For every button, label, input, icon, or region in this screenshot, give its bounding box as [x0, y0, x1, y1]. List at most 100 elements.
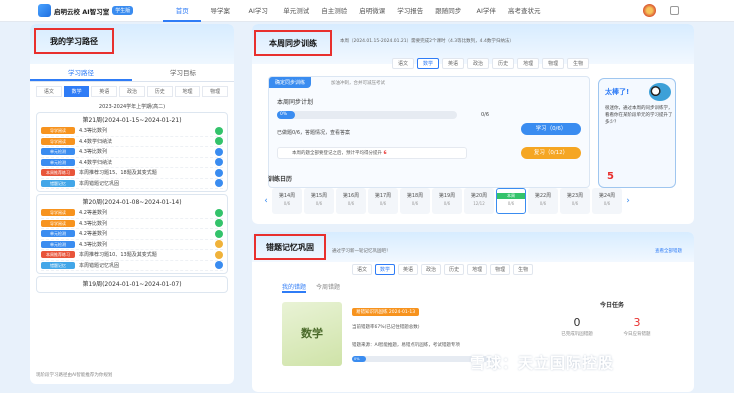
subject-chip[interactable]: 物理	[202, 86, 229, 97]
completed-label: 已完成巩固错题	[561, 332, 593, 337]
nav-item[interactable]: 单元测试	[277, 0, 315, 22]
subject-chip[interactable]: 政治	[119, 86, 145, 97]
plan-tag: 确定同步训练	[269, 77, 312, 88]
week-title[interactable]: 第21周(2024-01-15~2024-01-21)	[41, 115, 223, 124]
path-row[interactable]: 导学阅读 4.4数学归纳法	[41, 137, 223, 147]
calendar-week-label: 本周	[497, 193, 525, 199]
mistake-tab[interactable]: 今周错题	[316, 282, 340, 293]
calendar-week[interactable]: 第18周 0/6	[400, 188, 430, 214]
subject-tab[interactable]: 历史	[492, 58, 515, 69]
learning-path-tabs: 学习路径 学习目标	[30, 64, 234, 82]
path-row[interactable]: 单元检测 4.3等比数列	[41, 147, 223, 158]
subject-chip[interactable]: 数学	[63, 86, 90, 97]
nav-item[interactable]: 跟随同步	[429, 0, 467, 22]
week-title[interactable]: 第20周(2024-01-08~2024-01-14)	[41, 197, 223, 206]
status-icon	[215, 250, 223, 259]
subject-tab[interactable]: 英语	[398, 264, 419, 275]
subject-tab[interactable]: 地理	[467, 264, 488, 275]
calendar-week-progress: 0/6	[539, 201, 547, 206]
calendar-week[interactable]: 第19周 0/6	[432, 188, 462, 214]
calendar-week-progress: 12/12	[473, 201, 485, 206]
award-title: 太棒了!	[605, 88, 630, 96]
logo-badge: 学生版	[112, 6, 134, 15]
path-row[interactable]: 单元检测 4.3等比数列	[41, 240, 223, 250]
nav-item[interactable]: AI学伴	[467, 0, 505, 22]
subject-tab[interactable]: 物理	[490, 264, 511, 275]
next-week-arrow-icon[interactable]: ›	[624, 196, 632, 206]
calendar-week-label: 第20周	[470, 193, 488, 199]
calendar-week-label: 第14周	[278, 193, 296, 199]
subject-tab[interactable]: 数学	[417, 58, 440, 69]
subject-tab[interactable]: 物理	[542, 58, 565, 69]
path-row[interactable]: 本周推荐练习 本周推荐习题15、18题及其变式题	[41, 168, 223, 179]
subject-tab[interactable]: 生物	[567, 58, 590, 69]
subject-tab[interactable]: 政治	[421, 264, 442, 275]
review-button[interactable]: 复习（0/12）	[521, 147, 581, 159]
nav-item[interactable]: 学习报告	[391, 0, 429, 22]
subject-tab[interactable]: 数学	[375, 264, 396, 275]
task-name: 4.3等比数列	[79, 220, 107, 227]
nav-item[interactable]: 高考查状元	[505, 0, 543, 22]
user-avatar[interactable]	[643, 4, 656, 17]
nav-item[interactable]: 首页	[163, 0, 202, 22]
subject-tab[interactable]: 语文	[392, 58, 415, 69]
calendar-week[interactable]: 第22周 0/6	[528, 188, 558, 214]
path-row[interactable]: 导学阅读 4.2等差数列	[41, 208, 223, 219]
calendar-week[interactable]: 第24周 0/6	[592, 188, 622, 214]
due-count: 3	[633, 316, 641, 329]
app-logo[interactable]: 启明云校 AI智习室 学生版	[38, 4, 134, 17]
calendar-week[interactable]: 第23周 0/6	[560, 188, 590, 214]
subject-tab[interactable]: 生物	[513, 264, 534, 275]
mistake-tab[interactable]: 我的错题	[282, 282, 307, 293]
nav-item[interactable]: 启明微课	[353, 0, 391, 22]
plan-score-tip: 本周的题全部要登记之后，预计平均得分提升 6	[277, 147, 467, 159]
path-row[interactable]: 错题记忆 本周错题记忆巩固	[41, 261, 223, 271]
task-name: 本周推荐习题10、13题及其变式题	[79, 252, 157, 259]
task-name: 4.4数学归纳法	[79, 138, 112, 145]
math-book-cover[interactable]: 数学	[282, 302, 342, 366]
path-row[interactable]: 错题记忆 本周错题记忆巩固	[41, 179, 223, 189]
task-source: 错题来源：AI智能推题，易错点巩固练，考试错题专项	[352, 343, 460, 348]
prev-week-arrow-icon[interactable]: ‹	[262, 196, 270, 206]
subject-chip[interactable]: 历史	[146, 86, 173, 97]
task-name: 4.3等比数列	[79, 241, 107, 248]
calendar-week[interactable]: 第20周 12/12	[464, 188, 494, 214]
subject-chip[interactable]: 地理	[174, 86, 201, 97]
week-title[interactable]: 第19周(2024-01-01~2024-01-07)	[41, 279, 223, 288]
status-icon	[215, 179, 223, 188]
path-row[interactable]: 导学阅读 4.3等比数列	[41, 219, 223, 229]
term-label: 2023-2024学年上学期(高二)	[98, 104, 166, 110]
calendar-week[interactable]: 第16周 0/6	[336, 188, 366, 214]
calendar-week-progress: 0/6	[443, 201, 451, 206]
subject-tab[interactable]: 政治	[467, 58, 490, 69]
calendar-week[interactable]: 第14周 0/6	[272, 188, 302, 214]
task-name: 4.2等差数列	[79, 231, 107, 238]
subject-chip[interactable]: 英语	[91, 86, 118, 97]
path-row[interactable]: 单元检测 4.2等差数列	[41, 229, 223, 240]
tab-learning-path[interactable]: 学习路径	[30, 64, 132, 81]
view-all-mistakes-link[interactable]: 查看全部错题	[655, 248, 682, 254]
subject-tab[interactable]: 历史	[444, 264, 465, 275]
subject-chip[interactable]: 语文	[36, 86, 62, 97]
plan-title: 本周同步计划	[277, 99, 314, 106]
calendar-week[interactable]: 第17周 0/6	[368, 188, 398, 214]
nav-item[interactable]: AI学习	[239, 0, 277, 22]
logo-icon	[38, 4, 51, 17]
subject-tab[interactable]: 英语	[442, 58, 465, 69]
award-card: 太棒了! 很迷你，通过本周的同步训练学，看看你在某阶段单元的学习提升了多少？ 5	[598, 78, 676, 188]
learning-path-title: 我的学习路径	[34, 28, 114, 54]
message-icon[interactable]	[670, 6, 679, 15]
learn-button[interactable]: 学习（0/6）	[521, 123, 581, 135]
path-row[interactable]: 导学阅读 4.3等比数列	[41, 126, 223, 137]
calendar-week[interactable]: 本周 0/6	[496, 188, 526, 214]
calendar-week[interactable]: 第15周 0/6	[304, 188, 334, 214]
path-row[interactable]: 单元检测 4.4数学归纳法	[41, 158, 223, 168]
nav-item[interactable]: 自主测验	[315, 0, 353, 22]
nav-item[interactable]: 导学案	[201, 0, 239, 22]
tab-learning-goal[interactable]: 学习目标	[132, 64, 234, 81]
learning-path-footer: 现阶段学习路径由AI智能推荐为你规划	[36, 373, 113, 378]
subject-tab[interactable]: 语文	[352, 264, 373, 275]
subject-tab[interactable]: 地理	[517, 58, 540, 69]
check-icon	[215, 137, 223, 146]
path-row[interactable]: 本周推荐练习 本周推荐习题10、13题及其变式题	[41, 250, 223, 261]
